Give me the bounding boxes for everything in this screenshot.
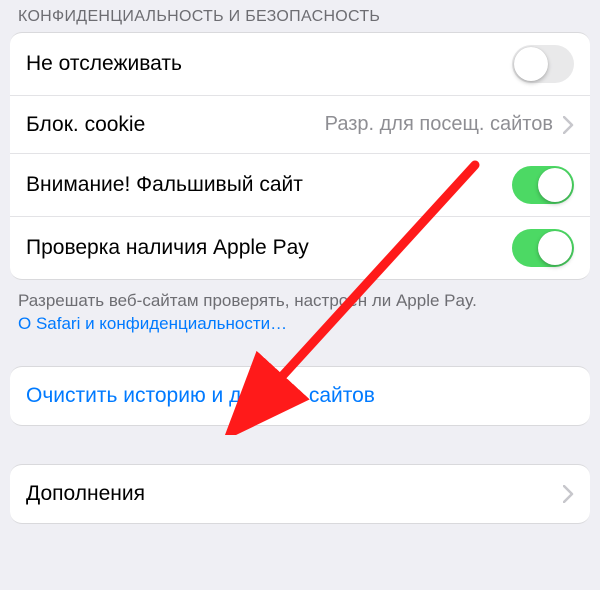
row-label: Блок. cookie: [26, 113, 145, 137]
row-block-cookies[interactable]: Блок. cookie Разр. для посещ. сайтов: [10, 95, 590, 153]
row-clear-history[interactable]: Очистить историю и данные сайтов: [10, 367, 590, 425]
row-label: Не отслеживать: [26, 52, 182, 76]
clear-history-label: Очистить историю и данные сайтов: [26, 384, 375, 408]
row-extensions[interactable]: Дополнения: [10, 465, 590, 523]
chevron-right-icon: [563, 485, 574, 503]
row-label: Проверка наличия Apple Pay: [26, 236, 309, 260]
row-label: Внимание! Фальшивый сайт: [26, 173, 303, 197]
chevron-right-icon: [563, 116, 574, 134]
row-fraud-warning[interactable]: Внимание! Фальшивый сайт: [10, 153, 590, 216]
row-apple-pay-check[interactable]: Проверка наличия Apple Pay: [10, 216, 590, 279]
section-header-privacy: КОНФИДЕНЦИАЛЬНОСТЬ И БЕЗОПАСНОСТЬ: [0, 0, 600, 32]
footer-text: Разрешать веб-сайтам проверять, настроен…: [18, 291, 477, 310]
section-footer: Разрешать веб-сайтам проверять, настроен…: [0, 280, 600, 340]
group-extensions: Дополнения: [10, 464, 590, 524]
row-do-not-track[interactable]: Не отслеживать: [10, 33, 590, 95]
row-label: Дополнения: [26, 482, 145, 506]
group-privacy: Не отслеживать Блок. cookie Разр. для по…: [10, 32, 590, 280]
switch-do-not-track[interactable]: [512, 45, 574, 83]
switch-apple-pay-check[interactable]: [512, 229, 574, 267]
switch-fraud-warning[interactable]: [512, 166, 574, 204]
row-value: Разр. для посещ. сайтов: [325, 113, 553, 136]
group-clear: Очистить историю и данные сайтов: [10, 366, 590, 426]
privacy-link[interactable]: О Safari и конфиденциальности…: [18, 314, 287, 333]
